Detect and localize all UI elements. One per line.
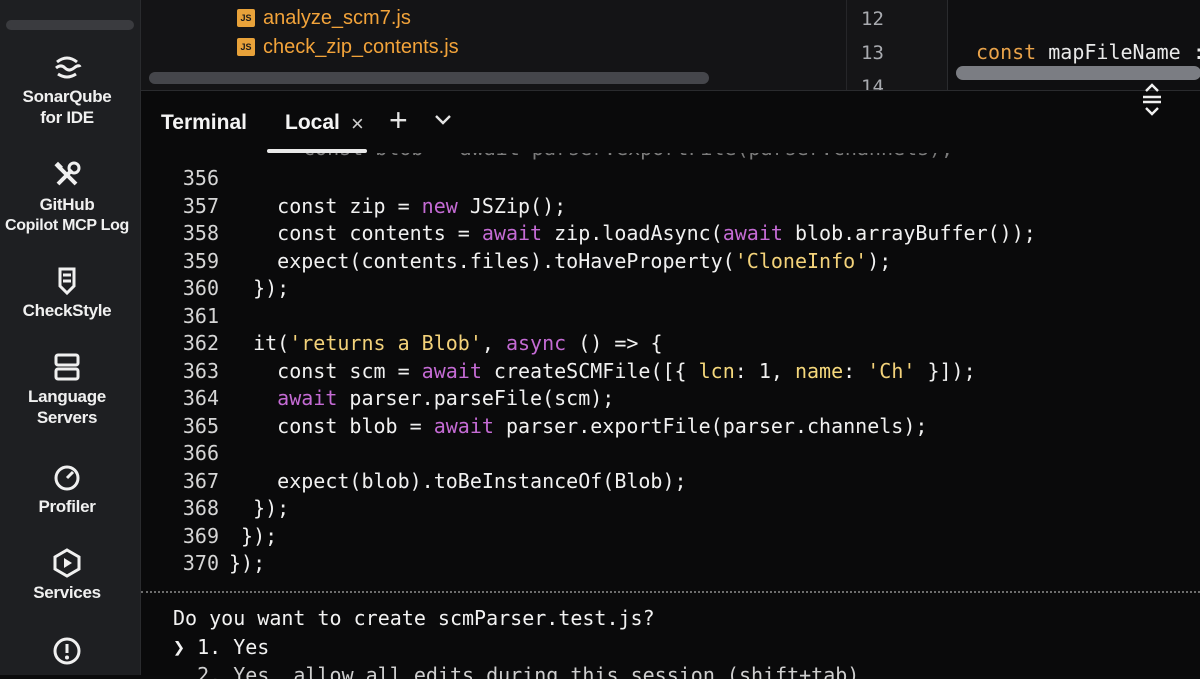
line-number: 367 — [182, 468, 219, 493]
file-tree-item[interactable]: JS analyze_scm7.js — [237, 5, 411, 31]
language-servers-icon — [52, 352, 82, 382]
code-line-partial: const blob = await parser.exportFile(par… — [303, 153, 953, 163]
code-line: 359 expect(contents.files).toHavePropert… — [141, 248, 1200, 276]
sidebar-item-label: Servers — [36, 408, 98, 427]
code-line: 356 — [141, 165, 1200, 193]
code-line: 361 — [141, 303, 1200, 331]
code-line: 364 await parser.parseFile(scm); — [141, 385, 1200, 413]
checkstyle-icon — [52, 266, 82, 296]
line-number: 359 — [182, 248, 219, 273]
code-line: 369 }); — [141, 523, 1200, 551]
resize-handle-icon[interactable] — [1139, 81, 1165, 121]
sidebar-item-label: SonarQube — [22, 87, 112, 106]
sonarqube-icon — [52, 52, 82, 82]
line-number: 358 — [182, 221, 219, 245]
services-icon — [52, 548, 82, 578]
problems-icon — [52, 636, 82, 666]
line-number: 370 — [182, 551, 219, 575]
horizontal-scrollbar[interactable] — [956, 66, 1200, 80]
code-line: 370}); — [141, 550, 1200, 578]
line-number: 364 — [182, 386, 219, 410]
option-yes[interactable]: ❯ 1. Yes — [173, 635, 269, 659]
line-number: 357 — [182, 193, 219, 218]
sidebar-item-checkstyle[interactable]: CheckStyle — [0, 266, 134, 321]
dotted-divider — [141, 591, 1200, 593]
line-number: 362 — [182, 331, 219, 355]
sidebar-item-profiler[interactable]: Profiler — [0, 462, 134, 517]
sidebar-item-language-servers[interactable]: Language Servers — [0, 352, 134, 428]
file-tree-item[interactable]: JS check_zip_contents.js — [237, 34, 459, 60]
add-tab-icon[interactable]: + — [389, 103, 408, 137]
editor-pane-right: const mapFileName : — [947, 0, 1200, 90]
terminal-panel: Terminal Local × + const blob = await pa… — [141, 83, 1200, 679]
sidebar-item-label: CheckStyle — [22, 301, 112, 320]
sidebar-item-label: Language — [28, 387, 106, 406]
sidebar-item-problems[interactable] — [0, 636, 134, 670]
sidebar-item-github-copilot-mcp-log[interactable]: GitHub Copilot MCP Log — [0, 160, 134, 236]
sidebar-item-label: Services — [33, 583, 101, 602]
code-line: 365 const blob = await parser.exportFile… — [141, 413, 1200, 441]
line-number: 360 — [182, 276, 219, 300]
tools-icon — [52, 160, 82, 190]
code-line: 366 — [141, 440, 1200, 468]
line-number: 369 — [182, 523, 219, 548]
line-number: 14 — [861, 76, 884, 90]
js-file-icon: JS — [237, 9, 255, 27]
code-line: 363 const scm = await createSCMFile([{ l… — [141, 358, 1200, 386]
code-line: 367 expect(blob).toBeInstanceOf(Blob); — [141, 468, 1200, 496]
sidebar-item-sonarqube[interactable]: SonarQube for IDE — [0, 52, 134, 128]
tool-window-sidebar: SonarQube for IDE GitHub Copilot MCP Log… — [0, 0, 141, 675]
line-number: 356 — [182, 166, 219, 190]
horizontal-scrollbar[interactable] — [149, 72, 709, 84]
sidebar-item-label: GitHub — [39, 195, 95, 214]
file-name: analyze_scm7.js — [263, 6, 411, 29]
close-icon[interactable]: × — [351, 111, 364, 137]
sidebar-scrollbar[interactable] — [6, 20, 134, 30]
line-number: 366 — [182, 441, 219, 465]
project-file-tree: JS analyze_scm7.js JS check_zip_contents… — [141, 0, 846, 90]
code-line: 360 }); — [141, 275, 1200, 303]
line-number: 13 — [861, 42, 884, 64]
sidebar-item-services[interactable]: Services — [0, 548, 134, 603]
line-number: 12 — [861, 8, 884, 30]
code-line: 368 }); — [141, 495, 1200, 523]
create-file-prompt: Do you want to create scmParser.test.js? — [173, 606, 655, 630]
option-yes-allow-all[interactable]: 2. Yes, allow all edits during this sess… — [173, 663, 859, 679]
chevron-down-icon[interactable] — [431, 107, 455, 131]
terminal-tab-bar: Terminal Local × + — [141, 83, 1200, 153]
js-file-icon: JS — [237, 38, 255, 56]
profiler-icon — [52, 462, 82, 492]
terminal-title: Terminal — [161, 111, 247, 134]
terminal-code-output: const blob = await parser.exportFile(par… — [141, 153, 1200, 593]
line-number: 365 — [182, 413, 219, 438]
line-number: 361 — [182, 303, 219, 328]
file-name: check_zip_contents.js — [263, 35, 459, 58]
code-line: 358 const contents = await zip.loadAsync… — [141, 220, 1200, 248]
sidebar-item-label: for IDE — [40, 108, 94, 127]
code-line: 357 const zip = new JSZip(); — [141, 193, 1200, 221]
editor-line-gutter: 12 13 14 — [846, 0, 947, 90]
code-line: 362 it('returns a Blob', async () => { — [141, 330, 1200, 358]
code-snippet: const mapFileName : — [976, 40, 1200, 64]
line-number: 368 — [182, 496, 219, 520]
sidebar-item-label: Copilot MCP Log — [4, 217, 130, 234]
line-number: 363 — [182, 358, 219, 383]
sidebar-item-label: Profiler — [38, 497, 96, 516]
tab-local[interactable]: Local — [285, 111, 340, 135]
